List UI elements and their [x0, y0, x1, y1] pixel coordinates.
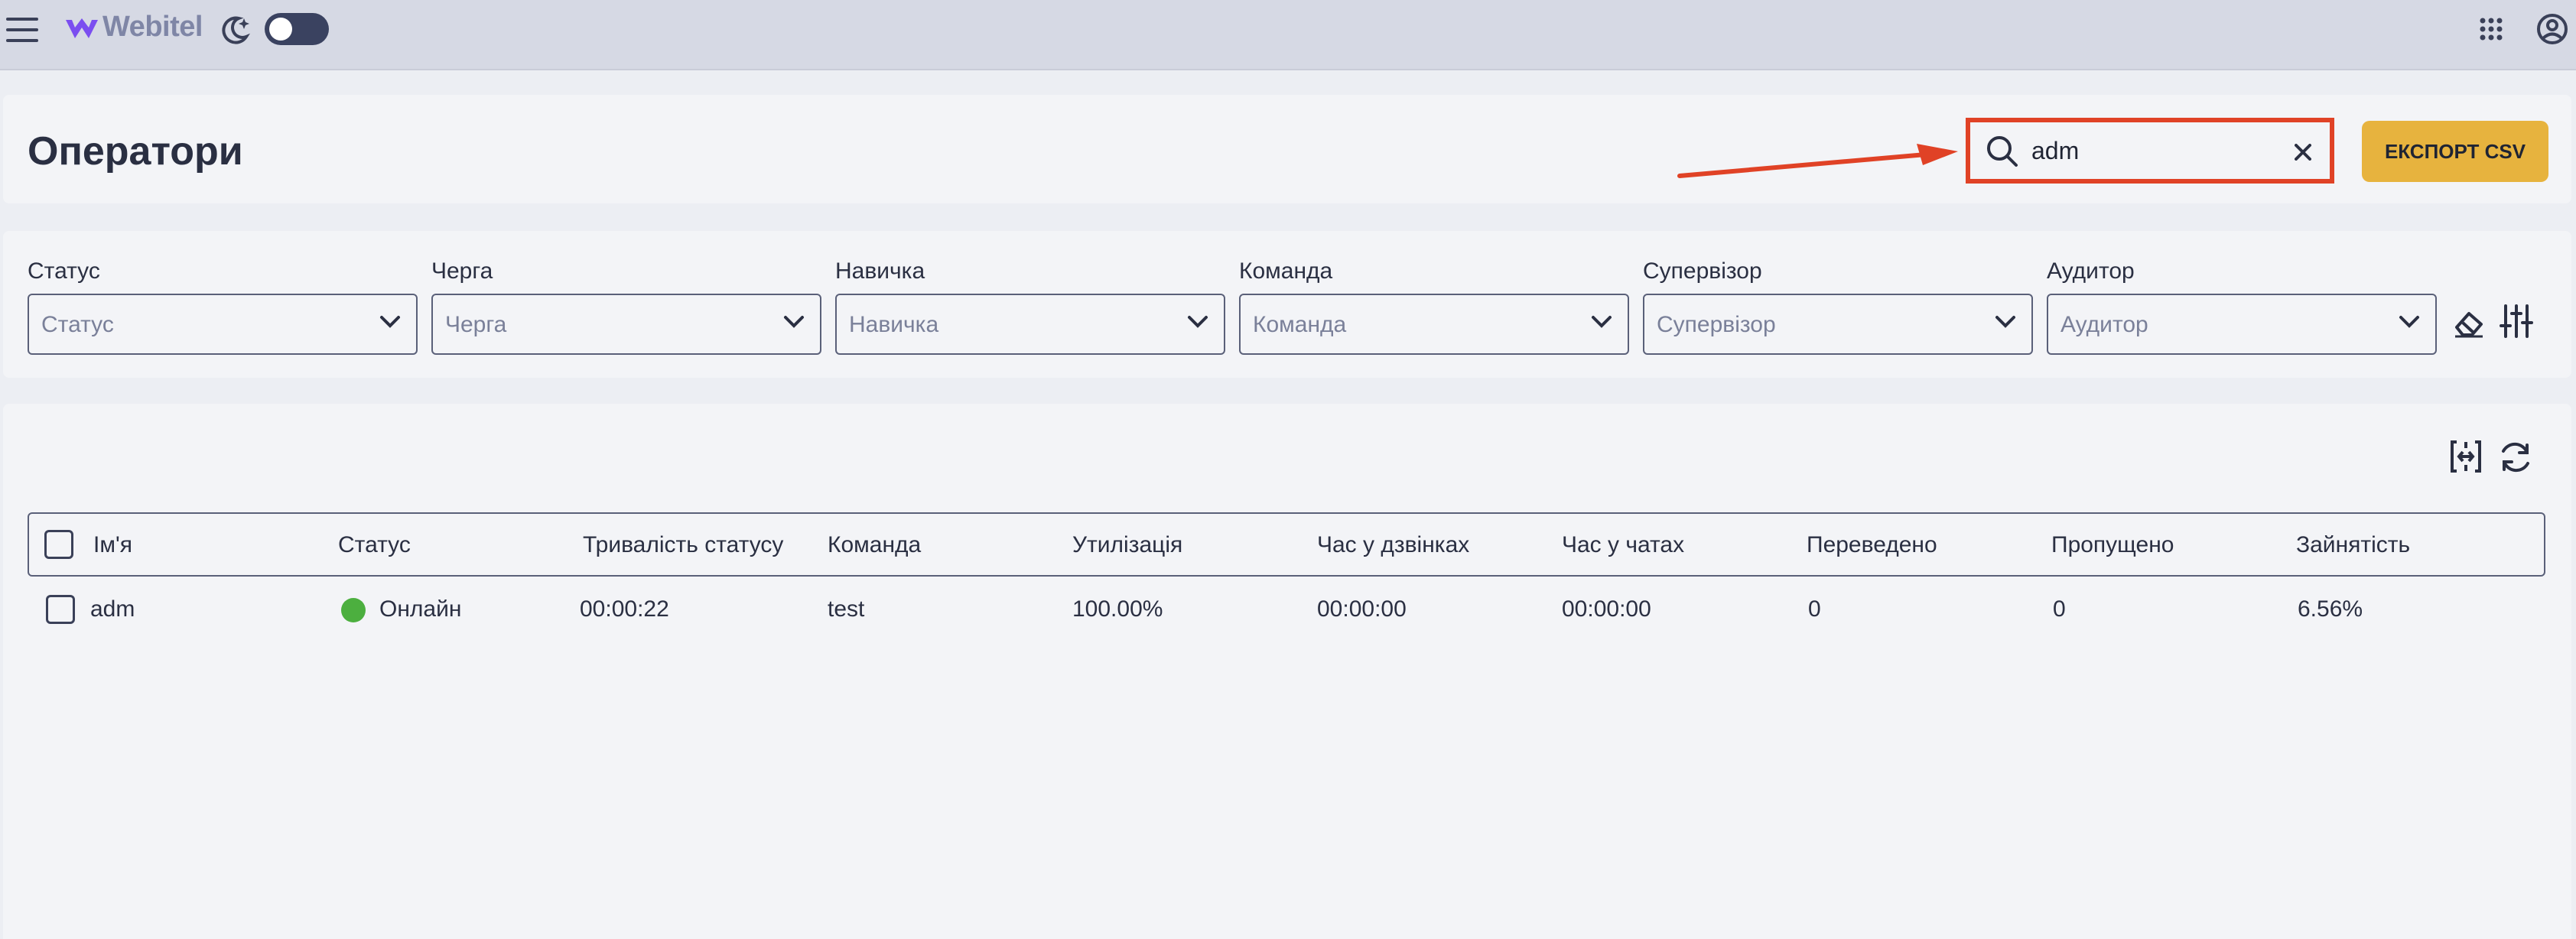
team-select[interactable]: Команда: [1239, 294, 1629, 355]
row-call-time: 00:00:00: [1317, 596, 1407, 622]
export-csv-button[interactable]: ЕКСПОРТ CSV: [2362, 121, 2548, 182]
filter-team: Команда Команда: [1239, 258, 1629, 355]
column-header-name[interactable]: Ім'я: [93, 532, 132, 558]
select-placeholder: Команда: [1253, 312, 1347, 337]
filter-label: Команда: [1239, 258, 1333, 284]
status-select[interactable]: Статус: [28, 294, 418, 355]
column-header-status-duration[interactable]: Тривалість статусу: [583, 532, 783, 558]
filter-label: Супервізор: [1643, 258, 1762, 284]
column-header-chat-time[interactable]: Час у чатах: [1562, 532, 1684, 558]
page-title: Оператори: [28, 129, 243, 174]
filters-panel: Статус Статус Черга Черга Навичка Навичк…: [3, 231, 2571, 378]
select-placeholder: Черга: [445, 312, 507, 337]
filter-supervisor: Супервізор Супервізор: [1643, 258, 2033, 355]
row-transferred: 0: [1808, 596, 1821, 622]
queue-select[interactable]: Черга: [431, 294, 821, 355]
filter-label: Навичка: [835, 258, 925, 284]
filter-status: Статус Статус: [28, 258, 418, 355]
webitel-logo-icon: [66, 18, 98, 38]
annotation-arrow-icon: [1677, 144, 1958, 178]
table-row[interactable]: adm Онлайн 00:00:22 test 100.00% 00:00:0…: [28, 578, 2545, 641]
row-team: test: [828, 596, 865, 622]
account-icon[interactable]: [2536, 13, 2568, 45]
status-online-icon: [341, 598, 366, 622]
hamburger-menu-icon[interactable]: [6, 17, 38, 43]
skill-select[interactable]: Навичка: [835, 294, 1225, 355]
chevron-down-icon: [380, 316, 400, 328]
column-header-team[interactable]: Команда: [828, 532, 921, 558]
search-icon: [1987, 136, 2018, 167]
eraser-icon[interactable]: [2452, 307, 2486, 338]
filter-auditor: Аудитор Аудитор: [2047, 258, 2437, 355]
filter-queue: Черга Черга: [431, 258, 821, 355]
auditor-select[interactable]: Аудитор: [2047, 294, 2437, 355]
chevron-down-icon: [784, 316, 804, 328]
search-input[interactable]: adm: [1966, 118, 2334, 184]
filter-skill: Навичка Навичка: [835, 258, 1225, 355]
row-utilization: 100.00%: [1072, 596, 1163, 622]
theme-toggle[interactable]: [265, 13, 329, 45]
header-panel: Оператори adm ЕКСПОРТ CSV: [3, 95, 2571, 203]
chevron-down-icon: [1995, 316, 2015, 328]
select-all-checkbox[interactable]: [44, 530, 73, 559]
column-settings-icon[interactable]: [2500, 303, 2533, 340]
column-header-status[interactable]: Статус: [338, 532, 411, 558]
toggle-knob: [269, 18, 292, 41]
column-header-transferred[interactable]: Переведено: [1807, 532, 1937, 558]
row-status: Онлайн: [379, 596, 462, 622]
dark-mode-icon[interactable]: [219, 14, 251, 46]
row-chat-time: 00:00:00: [1562, 596, 1651, 622]
table-panel: Ім'я Статус Тривалість статусу Команда У…: [3, 404, 2571, 939]
filter-label: Черга: [431, 258, 493, 284]
select-placeholder: Супервізор: [1657, 312, 1776, 337]
logo-text: Webitel: [102, 11, 203, 43]
chevron-down-icon: [2399, 316, 2419, 328]
table-header: Ім'я Статус Тривалість статусу Команда У…: [28, 512, 2545, 577]
column-header-occupancy[interactable]: Зайнятість: [2296, 532, 2410, 558]
chevron-down-icon: [1592, 316, 1612, 328]
row-missed: 0: [2053, 596, 2066, 622]
row-status-duration: 00:00:22: [580, 596, 669, 622]
column-header-missed[interactable]: Пропущено: [2051, 532, 2174, 558]
filter-label: Статус: [28, 258, 100, 284]
supervisor-select[interactable]: Супервізор: [1643, 294, 2033, 355]
select-placeholder: Навичка: [849, 312, 939, 337]
apps-grid-icon[interactable]: [2480, 18, 2503, 41]
app-bar: Webitel: [0, 0, 2576, 70]
column-header-call-time[interactable]: Час у дзвінках: [1317, 532, 1469, 558]
clear-search-icon[interactable]: [2295, 144, 2311, 161]
row-occupancy: 6.56%: [2298, 596, 2363, 622]
row-name[interactable]: adm: [90, 596, 135, 622]
search-value: adm: [2031, 137, 2080, 164]
filter-label: Аудитор: [2047, 258, 2135, 284]
column-header-utilization[interactable]: Утилізація: [1072, 532, 1182, 558]
expand-columns-icon[interactable]: [2449, 439, 2483, 474]
select-placeholder: Статус: [41, 312, 114, 337]
row-checkbox[interactable]: [46, 595, 75, 624]
refresh-icon[interactable]: [2498, 440, 2533, 474]
select-placeholder: Аудитор: [2060, 312, 2148, 337]
chevron-down-icon: [1188, 316, 1208, 328]
